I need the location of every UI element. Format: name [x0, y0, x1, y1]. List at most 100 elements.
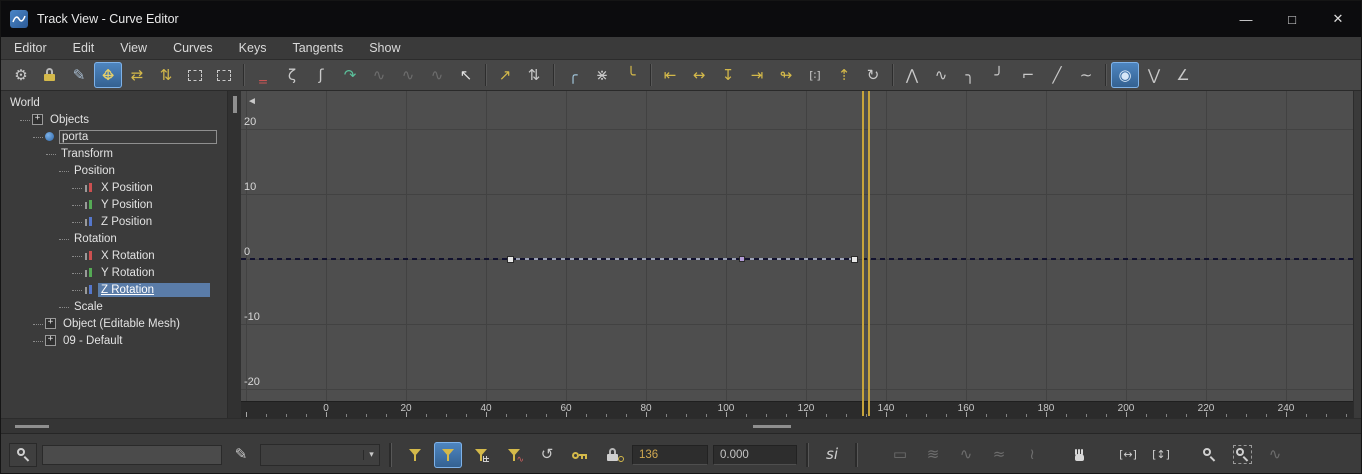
region-keys-tool-icon[interactable] [210, 62, 238, 88]
show-keyable-tracks-icon[interactable] [566, 442, 594, 468]
track-set-dropdown[interactable]: ▾ [260, 443, 380, 466]
ease-tangent-icon[interactable]: ╭ [559, 62, 587, 88]
track-x-position[interactable]: X Position [1, 179, 227, 196]
set-tangents-smooth-icon[interactable]: ∼ [1072, 62, 1100, 88]
plot-horizontal-scrollbar[interactable] [753, 425, 791, 428]
filter-selected-tracks-icon[interactable] [401, 442, 429, 468]
lock-selected-keys-icon[interactable] [599, 442, 627, 468]
key-value-field[interactable]: 0.000 [713, 444, 797, 465]
filter-animated-tracks-icon[interactable] [467, 442, 495, 468]
time-slider-line[interactable] [868, 91, 870, 416]
track-porta[interactable]: porta [1, 128, 227, 145]
menu-show[interactable]: Show [356, 37, 413, 59]
track-position[interactable]: Position [1, 162, 227, 179]
offset-keys-icon[interactable]: ↬ [772, 62, 800, 88]
track-transform[interactable]: Transform [1, 145, 227, 162]
show-end-tangents-icon[interactable]: ∠ [1169, 62, 1197, 88]
filters-icon[interactable]: ⚙ [7, 62, 35, 88]
time-ruler[interactable]: 0 20 40 60 80 100 120 140 160 180 200 220 240 [241, 401, 1353, 418]
menu-keys[interactable]: Keys [226, 37, 280, 59]
simplify-curve-icon[interactable]: ↷ [336, 62, 364, 88]
zoom-horizontal-extents-icon[interactable]: [↔] [1114, 442, 1142, 468]
filter-active-tracks-icon[interactable]: ∿ [500, 442, 528, 468]
collapse-pane-arrow-icon[interactable]: ◄ [247, 96, 257, 107]
track-world[interactable]: World [1, 94, 227, 111]
cycle-keys-icon[interactable]: ↻ [859, 62, 887, 88]
filter-selected-objects-icon[interactable] [434, 441, 462, 468]
nudge-keys-icon[interactable]: ⇅ [520, 62, 548, 88]
zoom-value-extents-icon[interactable]: [↕] [1147, 442, 1175, 468]
space-keys-icon[interactable]: ⇥ [743, 62, 771, 88]
spring-utility-icon[interactable]: ζ [278, 62, 306, 88]
expander-icon[interactable]: + [45, 335, 56, 346]
menu-edit[interactable]: Edit [60, 37, 108, 59]
interactive-update-toggle-icon[interactable]: ◉ [1111, 62, 1139, 88]
damper-utility-icon[interactable]: ʃ [307, 62, 335, 88]
menu-editor[interactable]: Editor [1, 37, 60, 59]
chevron-down-icon[interactable]: ▾ [363, 449, 379, 460]
tree-vertical-scrollbar[interactable] [227, 91, 241, 418]
track-x-rotation[interactable]: X Rotation [1, 247, 227, 264]
key-stats-icon[interactable]: si [818, 442, 846, 468]
track-filter-input[interactable] [42, 444, 222, 465]
unify-tangents-icon[interactable]: ╰ [617, 62, 645, 88]
show-tangents-icon[interactable]: ⋁ [1140, 62, 1168, 88]
set-tangents-fast-icon[interactable]: ╮ [956, 62, 984, 88]
track-z-position[interactable]: Z Position [1, 213, 227, 230]
zoom-region-icon[interactable] [1228, 442, 1256, 468]
set-tangents-linear-icon[interactable]: ╱ [1043, 62, 1071, 88]
pan-icon[interactable] [1066, 442, 1094, 468]
animation-curve[interactable] [241, 258, 1353, 260]
track-object-editable-mesh[interactable]: + Object (Editable Mesh) [1, 315, 227, 332]
draw-curves-icon[interactable]: ✎ [65, 62, 93, 88]
move-keys-icon[interactable]: ↔ ↕ [94, 62, 122, 88]
track-z-rotation[interactable]: Z Rotation [1, 281, 227, 298]
keyframe-key[interactable] [739, 256, 745, 262]
track-y-position[interactable]: Y Position [1, 196, 227, 213]
minimize-button[interactable]: — [1223, 1, 1269, 37]
stretch-keys-icon[interactable]: ↔ [685, 62, 713, 88]
set-tangents-step-icon[interactable]: ⌐ [1014, 62, 1042, 88]
expander-icon[interactable]: + [32, 114, 43, 125]
track-09-default[interactable]: +09 - Default [1, 332, 227, 349]
set-tangents-auto-icon[interactable]: ⋀ [898, 62, 926, 88]
scrollbar-handle[interactable] [233, 96, 237, 113]
move-keys-vertical-icon[interactable]: ⇅ [152, 62, 180, 88]
key-time-field[interactable]: 136 [632, 444, 708, 465]
menu-view[interactable]: View [107, 37, 160, 59]
track-scale[interactable]: Scale [1, 298, 227, 315]
maximize-button[interactable]: □ [1269, 1, 1315, 37]
tree-horizontal-scrollbar[interactable] [15, 425, 49, 428]
align-keys-start-icon[interactable]: ⇤ [656, 62, 684, 88]
track-y-rotation[interactable]: Y Rotation [1, 264, 227, 281]
menu-tangents[interactable]: Tangents [279, 37, 356, 59]
zoom-mode-icon[interactable] [1195, 442, 1223, 468]
set-tangents-spline-icon[interactable]: ∿ [927, 62, 955, 88]
status-toolbar: ✎ ▾ ∿ ↺ 136 0.000 si ▭ ≋ ∿ ≈ ≀ [↔] [↕] ∿ [1, 433, 1361, 473]
edit-track-set-icon[interactable]: ✎ [227, 442, 255, 468]
flatten-keys-icon[interactable]: ↧ [714, 62, 742, 88]
snap-frames-icon[interactable]: ↺ [533, 442, 561, 468]
zoom-selected-object-button[interactable] [9, 442, 37, 467]
move-keys-horizontal-icon[interactable]: ⇄ [123, 62, 151, 88]
time-slider-line[interactable] [862, 91, 864, 416]
keyframe-key[interactable] [851, 256, 858, 263]
curve-plot-area[interactable]: 20 10 0 -10 -20 ◄ [241, 91, 1353, 401]
lock-selection-icon[interactable] [36, 62, 64, 88]
plot-vertical-scrollbar[interactable] [1353, 91, 1361, 418]
track-rotation[interactable]: Rotation [1, 230, 227, 247]
lift-keys-icon[interactable]: ⇡ [830, 62, 858, 88]
retime-tool-icon[interactable] [181, 62, 209, 88]
menu-curves[interactable]: Curves [160, 37, 226, 59]
close-button[interactable]: ✕ [1315, 1, 1361, 37]
keyframe-key[interactable] [507, 256, 514, 263]
expander-icon[interactable]: + [45, 318, 56, 329]
select-keys-cursor-icon[interactable]: ↖ [452, 62, 480, 88]
move-selected-keys-icon[interactable]: ↗ [491, 62, 519, 88]
reduce-keys-icon[interactable]: ‗ [249, 62, 277, 88]
track-objects[interactable]: + Objects [1, 111, 227, 128]
break-tangents-icon[interactable]: ⋇ [588, 62, 616, 88]
snap-frames-icon[interactable]: [∶] [801, 62, 829, 88]
ruler-tick [466, 414, 467, 417]
set-tangents-slow-icon[interactable]: ╯ [985, 62, 1013, 88]
